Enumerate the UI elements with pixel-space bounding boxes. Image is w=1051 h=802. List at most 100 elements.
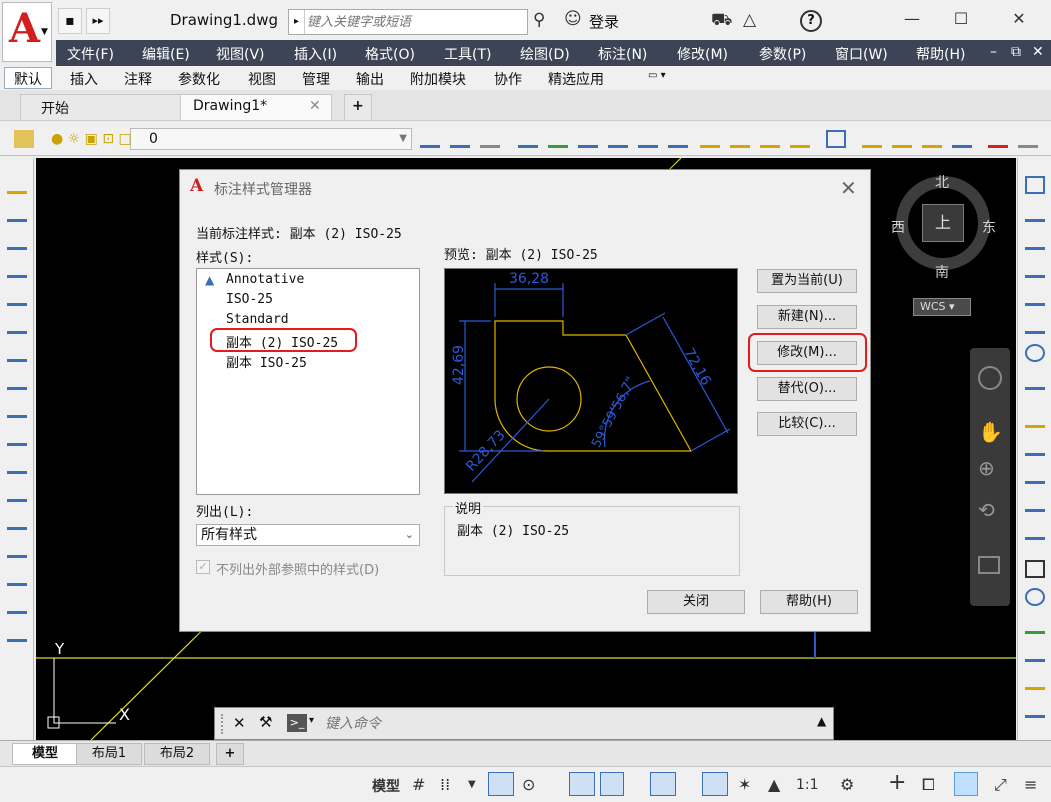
style-item-standard[interactable]: Standard	[226, 312, 289, 327]
baseline-dim-icon[interactable]	[1025, 438, 1045, 456]
menu-help[interactable]: 帮助(H)	[916, 44, 965, 64]
minimize-icon[interactable]: —	[897, 6, 927, 32]
showmotion-icon[interactable]	[978, 556, 1000, 574]
menu-view[interactable]: 视图(V)	[216, 44, 265, 64]
menu-draw[interactable]: 绘图(D)	[520, 44, 570, 64]
doc-restore-icon[interactable]: ⧉	[1011, 44, 1021, 60]
dialog-close-icon[interactable]: ✕	[840, 176, 857, 200]
angular-dim-icon[interactable]	[1025, 372, 1045, 390]
save-icon[interactable]: ▪	[58, 8, 82, 34]
close-window-icon[interactable]: ✕	[1004, 6, 1034, 32]
viewcube-top-face[interactable]: 上	[922, 204, 964, 242]
customize-menu-icon[interactable]: ≡	[1024, 775, 1037, 794]
search-input[interactable]	[307, 12, 523, 32]
ribbon-tab-collaborate[interactable]: 协作	[494, 69, 522, 89]
tolerance-icon[interactable]	[1025, 560, 1045, 578]
polar-icon[interactable]: ⊙	[522, 775, 535, 794]
fillet-icon[interactable]	[7, 568, 27, 586]
dim-break-icon[interactable]	[1025, 522, 1045, 540]
menu-parametric[interactable]: 参数(P)	[759, 44, 806, 64]
model-space-button[interactable]: 模型	[372, 776, 400, 796]
style-item-iso25[interactable]: ISO-25	[226, 292, 273, 307]
command-history-icon[interactable]: ▲	[817, 714, 826, 728]
ribbon-tab-view[interactable]: 视图	[248, 69, 276, 89]
jogged-linear-icon[interactable]	[1025, 644, 1045, 662]
layer-select[interactable]: ● ☼ ▣ ⊡ □ 0 ▼	[51, 128, 412, 150]
list-filter-select[interactable]: 所有样式 ⌄	[196, 524, 420, 546]
customize-wrench-icon[interactable]: ⚒	[259, 713, 272, 731]
explode-icon[interactable]	[7, 624, 27, 642]
application-menu-button[interactable]: A ▼	[2, 2, 52, 62]
annotation-scale-icon[interactable]: ▲	[768, 775, 780, 794]
draw-polyline-icon[interactable]	[7, 204, 27, 222]
snap-menu-icon[interactable]: ▼	[468, 779, 476, 790]
continue-dim-icon[interactable]	[1025, 466, 1045, 484]
group-tool-icon[interactable]	[952, 130, 972, 148]
exclude-xref-checkbox[interactable]: ✓	[196, 560, 210, 574]
more-tools-icon[interactable]: ▸▸	[86, 8, 110, 34]
layer-states-icon[interactable]	[480, 130, 500, 148]
rotate-icon[interactable]	[7, 344, 27, 362]
otrack-icon[interactable]	[600, 772, 624, 796]
new-tab-button[interactable]: +	[344, 94, 372, 120]
scale-icon[interactable]	[7, 372, 27, 390]
tab-drawing1[interactable]: Drawing1* ✕	[180, 94, 332, 120]
pan-hand-icon[interactable]: ✋	[978, 420, 1003, 444]
annotation-autoscale-icon[interactable]: ✶	[738, 775, 751, 794]
layer-tool-8-icon[interactable]	[730, 130, 750, 148]
plus-icon[interactable]: +	[888, 770, 906, 795]
set-current-button[interactable]: 置为当前(U)	[757, 269, 857, 293]
annotation-visibility-icon[interactable]	[702, 772, 728, 796]
osnap-icon[interactable]	[569, 772, 595, 796]
edit-tool-icon[interactable]	[922, 130, 942, 148]
dim-space-icon[interactable]	[1025, 494, 1045, 512]
menu-window[interactable]: 窗口(W)	[835, 44, 888, 64]
menu-modify[interactable]: 修改(M)	[677, 44, 728, 64]
layer-match-icon[interactable]	[420, 130, 440, 148]
help-button[interactable]: 帮助(H)	[760, 590, 858, 614]
search-box[interactable]: ▸	[288, 9, 528, 35]
inspect-icon[interactable]	[1025, 616, 1045, 634]
break-icon[interactable]	[7, 484, 27, 502]
menu-dimension[interactable]: 标注(N)	[598, 44, 647, 64]
viewcube-east-label[interactable]: 东	[982, 217, 996, 237]
center-mark-icon[interactable]	[1025, 588, 1045, 606]
quick-dim-icon[interactable]	[1025, 410, 1045, 428]
check-tool-icon[interactable]	[988, 130, 1008, 148]
layer-tool-6-icon[interactable]	[668, 130, 688, 148]
override-style-button[interactable]: 替代(O)...	[757, 377, 857, 401]
cart-icon[interactable]: ⛟	[711, 10, 732, 32]
tab-layout1[interactable]: 布局1	[76, 743, 142, 765]
hardware-acceleration-icon[interactable]	[954, 772, 978, 796]
add-layout-button[interactable]: +	[216, 743, 244, 765]
recent-commands-icon[interactable]: ▾	[309, 715, 314, 726]
dim-text-edit-icon[interactable]	[1025, 700, 1045, 718]
orbit-icon[interactable]: ⟲	[978, 498, 995, 522]
menu-format[interactable]: 格式(O)	[365, 44, 415, 64]
menu-file[interactable]: 文件(F)	[67, 44, 114, 64]
join-icon[interactable]	[7, 512, 27, 530]
layer-tool-7-icon[interactable]	[700, 130, 720, 148]
command-grip-icon[interactable]	[221, 714, 231, 734]
copy-tool-icon[interactable]	[1018, 130, 1038, 148]
diameter-dim-icon[interactable]	[1025, 344, 1045, 362]
layer-tool-4-icon[interactable]	[608, 130, 628, 148]
erase-tool-icon[interactable]	[892, 130, 912, 148]
user-icon[interactable]: ☺	[564, 9, 582, 29]
tab-model[interactable]: 模型	[12, 743, 78, 765]
zoom-icon[interactable]: ⊕	[978, 456, 995, 480]
steering-wheel-icon[interactable]	[978, 366, 1002, 390]
style-list[interactable]: ▲ Annotative ISO-25 Standard 副本 (2) ISO-…	[196, 268, 420, 495]
login-button[interactable]: 登录	[589, 11, 619, 32]
help-icon[interactable]: ?	[800, 10, 822, 32]
ribbon-tab-home[interactable]: 默认	[14, 69, 42, 89]
new-style-button[interactable]: 新建(N)...	[757, 305, 857, 329]
block-tool-icon[interactable]	[826, 130, 846, 148]
close-dialog-button[interactable]: 关闭	[647, 590, 745, 614]
linear-dim-icon[interactable]	[1025, 176, 1045, 194]
viewcube-north-label[interactable]: 北	[935, 172, 949, 192]
ordinate-dim-icon[interactable]	[1025, 260, 1045, 278]
trim-icon[interactable]	[7, 428, 27, 446]
ribbon-tab-insert[interactable]: 插入	[70, 69, 98, 89]
doc-close-icon[interactable]: ✕	[1032, 44, 1044, 60]
